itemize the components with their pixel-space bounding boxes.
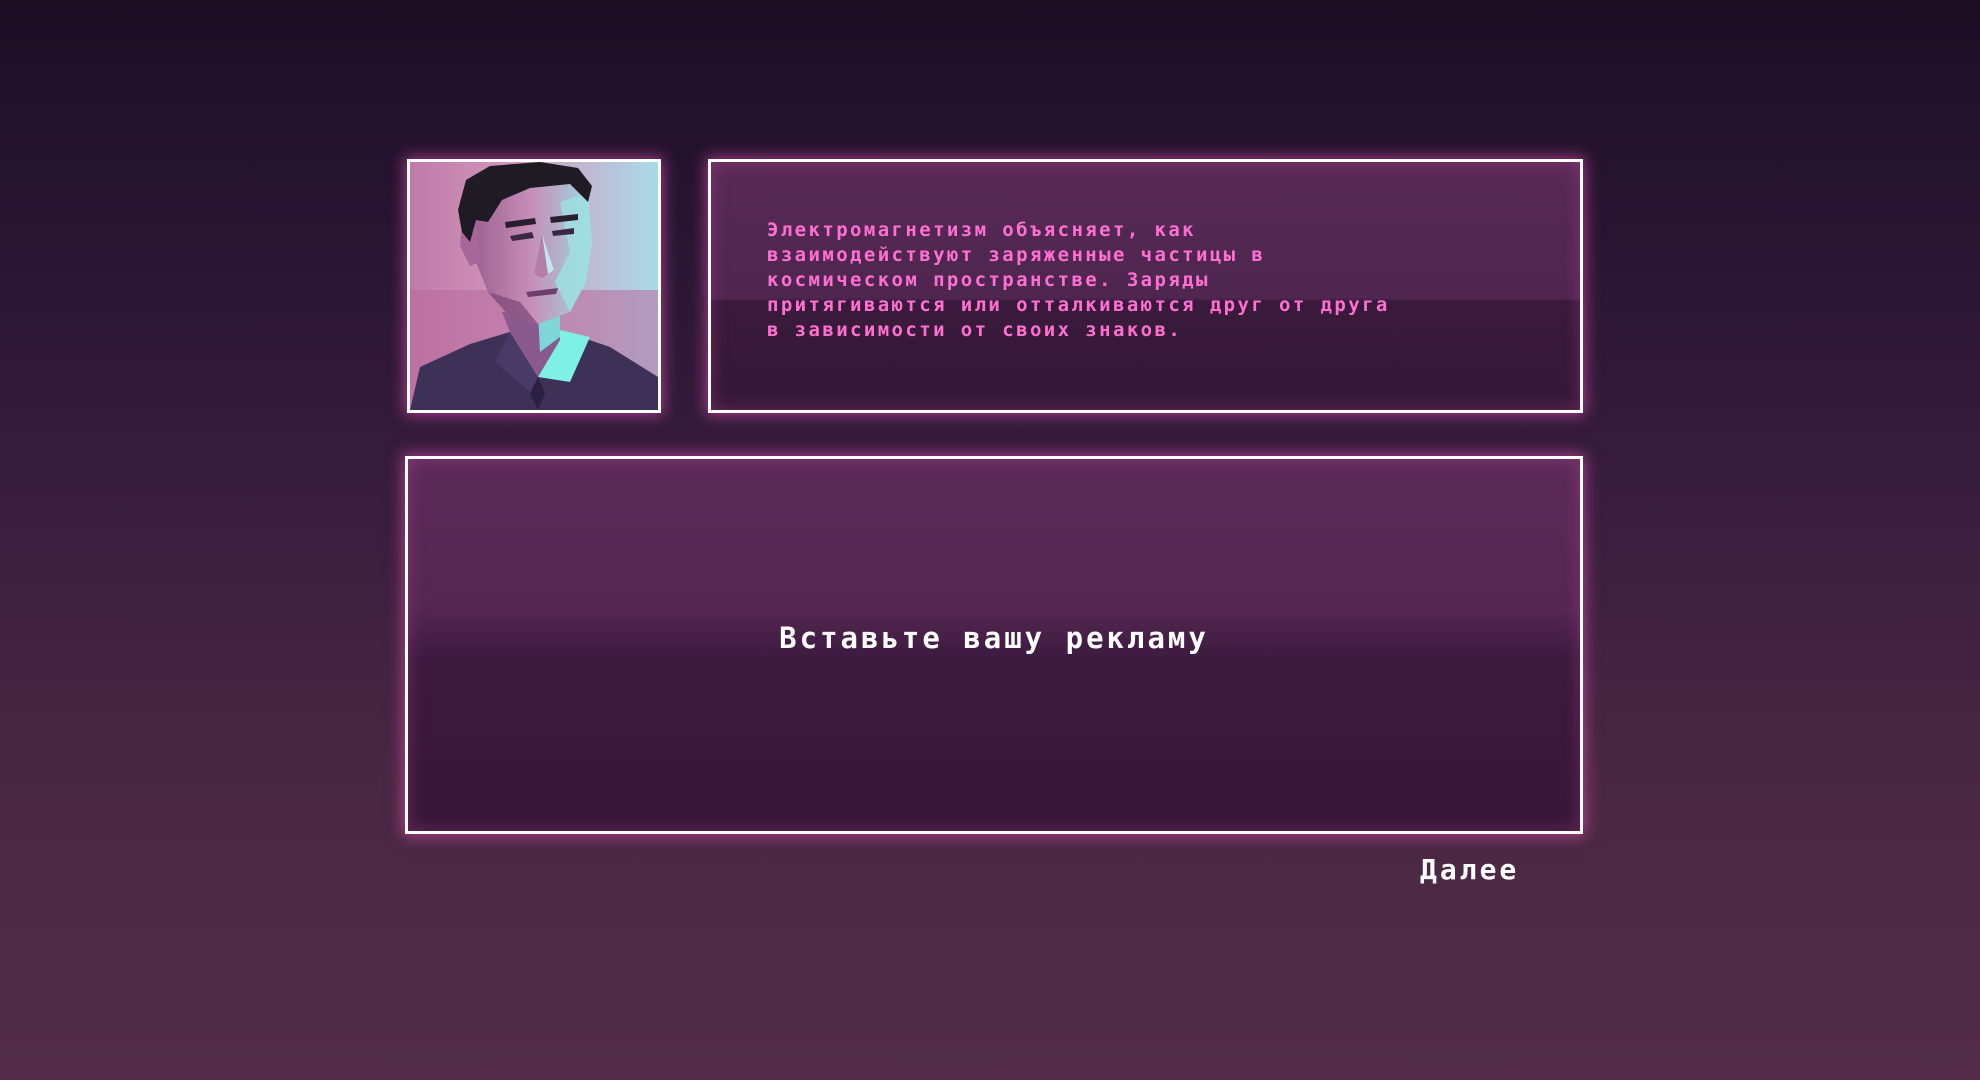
ad-banner[interactable]: Вставьте вашу рекламу	[405, 456, 1583, 834]
ad-placeholder-text: Вставьте вашу рекламу	[779, 621, 1209, 655]
next-button[interactable]: Далее	[1420, 848, 1570, 890]
dialog-box: Электромагнетизм объясняет, как взаимоде…	[708, 159, 1583, 413]
character-portrait	[407, 159, 661, 413]
man-portrait-image	[410, 162, 658, 410]
dialog-text: Электромагнетизм объясняет, как взаимоде…	[767, 219, 1390, 341]
